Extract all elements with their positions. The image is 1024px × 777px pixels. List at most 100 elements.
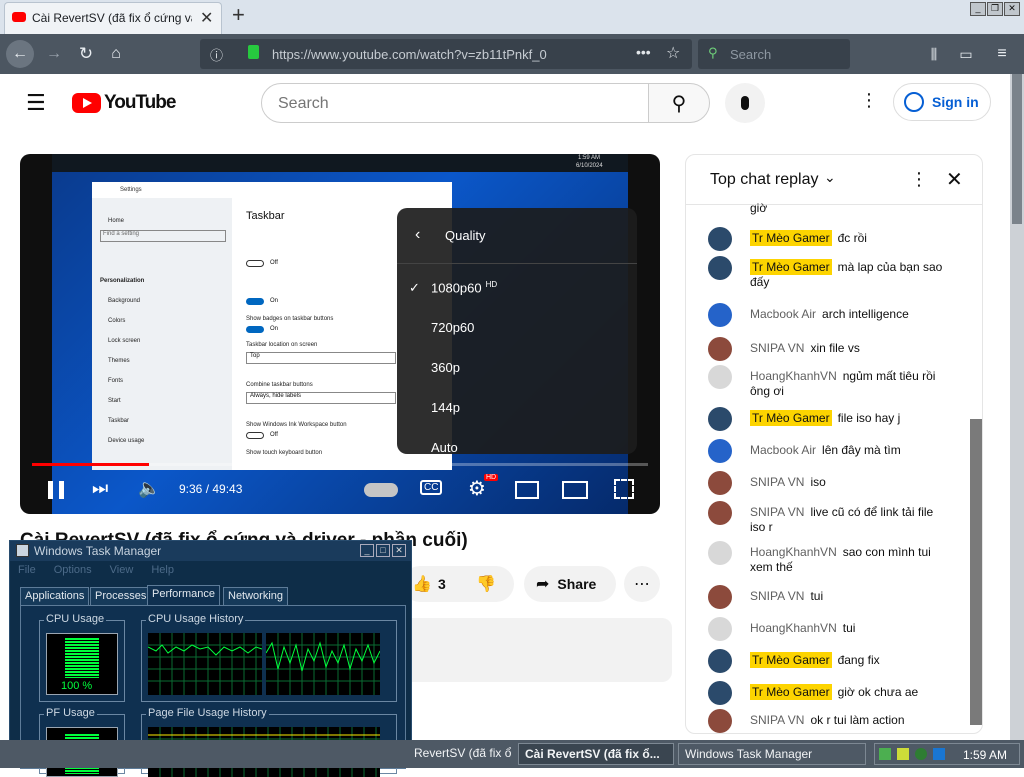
pause-icon[interactable] <box>48 481 64 499</box>
quality-option[interactable]: 144p <box>397 388 637 428</box>
avatar[interactable] <box>708 585 732 609</box>
reload-icon[interactable]: ↻ <box>74 40 98 68</box>
tab-close-icon[interactable]: ✕ <box>200 8 213 28</box>
chat-author[interactable]: SNIPA VN <box>750 341 804 355</box>
yt-search-box[interactable]: Search <box>261 83 649 123</box>
tm-minimize-icon[interactable]: _ <box>360 544 374 557</box>
back-icon[interactable]: ← <box>6 40 34 68</box>
back-chevron-icon[interactable]: ‹ <box>415 226 420 244</box>
home-icon[interactable]: ⌂ <box>104 40 128 68</box>
sign-in-button[interactable]: Sign in <box>893 83 991 121</box>
library-icon[interactable]: ⫼ <box>922 40 946 68</box>
volume-icon[interactable]: 🔈 <box>138 478 160 499</box>
restore-icon[interactable]: ❐ <box>987 2 1003 16</box>
browser-search-box[interactable]: ⚲ Search <box>698 39 850 69</box>
avatar[interactable] <box>708 365 732 389</box>
progress-track[interactable] <box>32 463 648 466</box>
chat-author[interactable]: Tr Mèo Gamer <box>750 259 832 275</box>
theater-mode-icon[interactable] <box>562 481 588 499</box>
hamburger-menu-icon[interactable]: ☰ <box>26 90 46 116</box>
tm-tab[interactable]: Networking <box>223 587 289 605</box>
taskbar-item-3[interactable]: Windows Task Manager <box>678 743 866 765</box>
avatar[interactable] <box>708 471 732 495</box>
tm-menu-item[interactable]: File <box>18 564 36 576</box>
avatar[interactable] <box>708 337 732 361</box>
tray-shield-icon[interactable] <box>915 748 927 760</box>
youtube-logo[interactable]: YouTube <box>72 91 176 115</box>
taskbar-item-2[interactable]: Cài RevertSV (đã fix ổ... <box>518 743 674 765</box>
avatar[interactable] <box>708 617 732 641</box>
avatar[interactable] <box>708 407 732 431</box>
chat-author[interactable]: Macbook Air <box>750 443 816 457</box>
quality-option[interactable]: 360p <box>397 348 637 388</box>
avatar[interactable] <box>708 649 732 673</box>
info-icon[interactable]: ⓘ <box>210 45 223 64</box>
chevron-down-icon[interactable]: ⌄ <box>824 169 836 186</box>
more-actions-button[interactable]: ⋯ <box>624 566 660 602</box>
avatar[interactable] <box>708 501 732 525</box>
close-window-icon[interactable]: ✕ <box>1004 2 1020 16</box>
tm-close-icon[interactable]: ✕ <box>392 544 406 557</box>
page-actions-icon[interactable]: ••• <box>636 44 651 60</box>
tm-menu-item[interactable]: View <box>110 564 134 576</box>
quality-option[interactable]: 720p60 <box>397 308 637 348</box>
chat-author[interactable]: SNIPA VN <box>750 475 804 489</box>
tm-titlebar[interactable]: Windows Task Manager _ □ ✕ <box>10 541 411 561</box>
new-tab-button[interactable]: + <box>232 2 245 28</box>
tray-volume-icon[interactable] <box>897 748 909 760</box>
chat-author[interactable]: Tr Mèo Gamer <box>750 230 832 246</box>
chat-more-icon[interactable]: ⋮ <box>910 169 928 190</box>
forward-icon[interactable]: → <box>42 40 66 68</box>
chat-author[interactable]: Tr Mèo Gamer <box>750 652 832 668</box>
chat-author[interactable]: SNIPA VN <box>750 713 804 727</box>
description-box[interactable] <box>402 618 672 682</box>
chat-author[interactable]: Tr Mèo Gamer <box>750 684 832 700</box>
quality-option[interactable]: Auto <box>397 428 637 454</box>
chat-author[interactable]: HoangKhanhVN <box>750 621 837 635</box>
tm-tab[interactable]: Processes <box>90 587 152 605</box>
chat-author[interactable]: HoangKhanhVN <box>750 369 837 383</box>
like-icon[interactable]: 👍 <box>412 574 432 594</box>
minimize-icon[interactable]: _ <box>970 2 986 16</box>
sidebar-icon[interactable]: ▭ <box>954 40 978 68</box>
page-scrollbar[interactable] <box>1010 74 1024 740</box>
tray-update-icon[interactable] <box>933 748 945 760</box>
video-player[interactable]: 1:59 AM 6/10/2024 Settings Find a settin… <box>20 154 660 514</box>
chat-author[interactable]: SNIPA VN <box>750 505 804 519</box>
avatar[interactable] <box>708 439 732 463</box>
browser-tab[interactable]: Cài RevertSV (đã fix ổ cứng và dr... ✕ <box>4 2 222 34</box>
tm-menu-item[interactable]: Options <box>54 564 92 576</box>
autoplay-toggle[interactable] <box>364 483 398 497</box>
url-bar[interactable]: ⓘ https://www.youtube.com/watch?v=zb11tP… <box>200 39 692 69</box>
avatar[interactable] <box>708 256 732 280</box>
avatar[interactable] <box>708 681 732 705</box>
share-button[interactable]: ➦ Share <box>524 566 616 602</box>
chat-author[interactable]: Macbook Air <box>750 307 816 321</box>
quality-option[interactable]: ✓ 1080p60 HD <box>397 268 637 308</box>
scrollbar-thumb[interactable] <box>1012 74 1022 224</box>
tm-maximize-icon[interactable]: □ <box>376 544 390 557</box>
fullscreen-icon[interactable] <box>614 479 634 499</box>
tm-tab[interactable]: Performance <box>147 585 220 606</box>
taskbar-item-1[interactable]: RevertSV (đã fix ổ cứ... <box>408 743 514 765</box>
tm-tab[interactable]: Applications <box>20 587 90 605</box>
mic-button[interactable] <box>725 83 765 123</box>
quality-menu-header[interactable]: ‹ Quality <box>397 208 637 264</box>
tray-network-icon[interactable] <box>879 748 891 760</box>
chat-scrollbar[interactable] <box>970 419 982 725</box>
tm-menu-item[interactable]: Help <box>151 564 174 576</box>
miniplayer-icon[interactable] <box>515 481 539 499</box>
yt-search-button[interactable]: ⚲ <box>648 83 710 123</box>
next-icon[interactable]: ⏭ <box>92 478 108 499</box>
close-chat-icon[interactable]: ✕ <box>946 167 963 192</box>
bookmark-star-icon[interactable]: ☆ <box>666 43 680 63</box>
menu-icon[interactable]: ≡ <box>990 40 1014 68</box>
avatar[interactable] <box>708 709 732 733</box>
more-options-icon[interactable]: ⋮ <box>860 90 878 111</box>
chat-author[interactable]: Tr Mèo Gamer <box>750 410 832 426</box>
chat-mode-label[interactable]: Top chat replay <box>710 171 819 189</box>
dislike-icon[interactable]: 👎 <box>476 574 496 594</box>
quality-menu[interactable]: ‹ Quality ✓ 1080p60 HD 720p60 360p 144p Auto <box>397 208 637 454</box>
avatar[interactable] <box>708 541 732 565</box>
chat-author[interactable]: SNIPA VN <box>750 589 804 603</box>
